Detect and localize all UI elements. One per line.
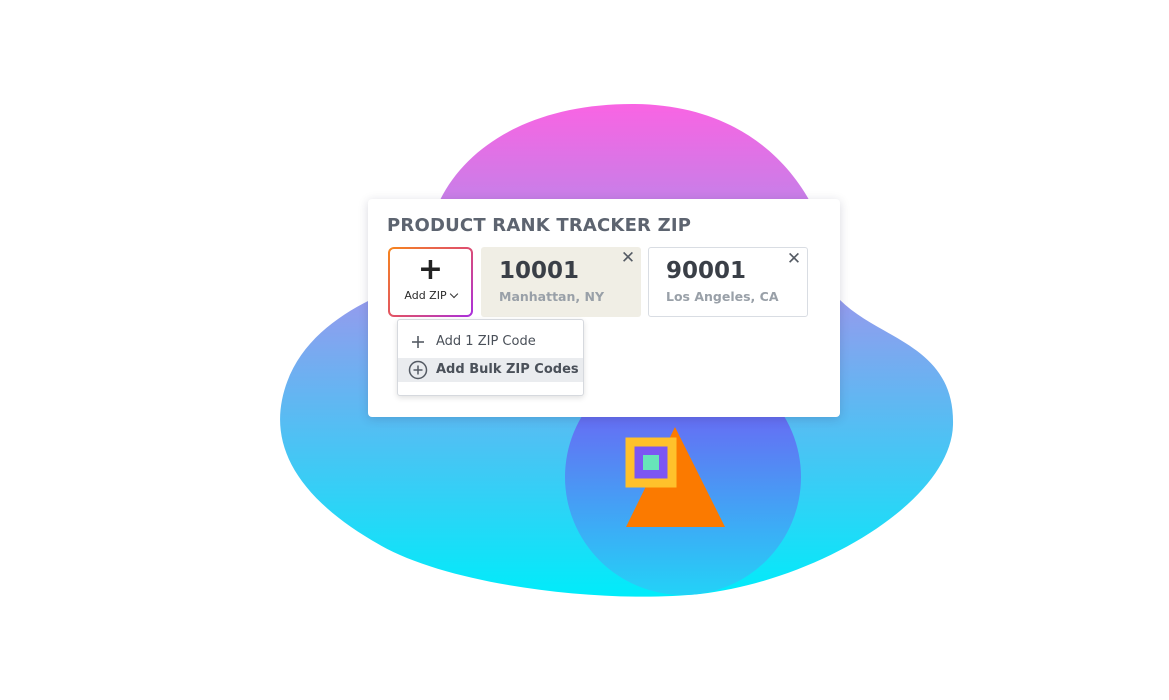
card-title: PRODUCT RANK TRACKER ZIP <box>387 215 692 236</box>
chevron-down-icon <box>449 289 458 299</box>
zip-tracker-card: PRODUCT RANK TRACKER ZIP + Add ZIP 10001… <box>368 199 840 417</box>
add-zip-label: Add ZIP <box>404 289 447 302</box>
green-square <box>643 455 659 470</box>
plus-circle-icon <box>408 360 428 380</box>
zip-location: Los Angeles, CA <box>666 289 779 304</box>
add-zip-label-row: Add ZIP <box>390 289 471 302</box>
close-icon[interactable]: ✕ <box>620 249 636 267</box>
menu-item-label: Add Bulk ZIP Codes <box>436 362 579 377</box>
plus-icon <box>412 336 424 348</box>
zip-code: 90001 <box>666 258 747 284</box>
menu-item-add-bulk-zip[interactable]: Add Bulk ZIP Codes <box>398 358 583 382</box>
zip-card-10001[interactable]: 10001 Manhattan, NY ✕ <box>481 247 641 317</box>
add-zip-dropdown-menu: Add 1 ZIP Code Add Bulk ZIP Codes <box>397 319 584 396</box>
plus-icon: + <box>417 252 444 287</box>
zip-code: 10001 <box>499 258 580 284</box>
zip-location: Manhattan, NY <box>499 289 605 304</box>
zip-card-90001[interactable]: 90001 Los Angeles, CA ✕ <box>648 247 808 317</box>
add-zip-button-inner: + Add ZIP <box>390 249 471 315</box>
menu-item-add-one-zip[interactable]: Add 1 ZIP Code <box>398 330 583 354</box>
add-zip-button[interactable]: + Add ZIP <box>388 247 473 317</box>
close-icon[interactable]: ✕ <box>786 250 802 268</box>
menu-item-label: Add 1 ZIP Code <box>436 334 536 349</box>
